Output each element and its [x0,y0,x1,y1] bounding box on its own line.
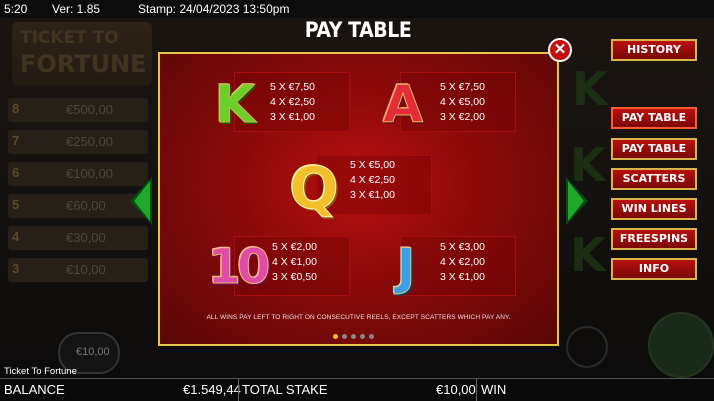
clock: 5:20 [4,2,28,16]
bg-reel-symbol: K [570,228,606,282]
dialog-title: PAY TABLE [304,18,412,42]
paytable-footnote: ALL WINS PAY LEFT TO RIGHT ON CONSECUTIV… [206,314,511,321]
divider [238,379,239,401]
menu-item-win-lines[interactable]: WIN LINES [611,198,697,220]
bg-reel-symbol: K [572,62,608,116]
autoplay-button[interactable] [566,326,608,368]
page-dot[interactable] [369,334,374,339]
pay-values-j: 5 X €3,00 4 X €2,00 3 X €1,00 [440,241,485,283]
pay-values-10: 5 X €2,00 4 X €1,00 3 X €0,50 [272,241,317,283]
logo-line2: FORTUNE [20,50,147,78]
status-bar: 5:20 Ver: 1.85 Stamp: 24/04/2023 13:50pm [0,0,714,18]
symbol-k-icon: K [214,75,256,136]
spin-button[interactable] [648,312,714,378]
page-indicator [333,334,383,342]
symbol-10-icon: 10 [207,239,271,296]
next-page-arrow-icon[interactable] [566,177,588,225]
stamp-label: Stamp: 24/04/2023 13:50pm [138,2,290,16]
page-dot[interactable] [351,334,356,339]
total-stake-value: €10,00 [436,382,476,397]
menu-item-scatters[interactable]: SCATTERS [611,168,697,190]
ladder-row: 3 €10,00 [8,258,148,282]
page-dot[interactable] [342,334,347,339]
symbol-q-icon: Q [289,154,339,223]
divider [476,379,477,401]
version-label: Ver: 1.85 [52,2,101,16]
page-dot[interactable] [333,334,338,339]
page-dot[interactable] [360,334,365,339]
menu-item-info[interactable]: INFO [611,258,697,280]
previous-page-arrow-icon[interactable] [130,177,152,225]
pay-values-q: 5 X €5,00 4 X €2,50 3 X €1,00 [350,159,395,201]
history-button[interactable]: HISTORY [611,39,697,61]
balance-label: BALANCE [4,382,65,397]
ladder-row: 4 €30,00 [8,226,148,250]
game-name: Ticket To Fortune [4,366,77,377]
balance-value: €1.549,44 [183,382,241,397]
close-icon[interactable]: ✕ [548,38,572,62]
bottom-bar: BALANCE €1.549,44 TOTAL STAKE €10,00 WIN [0,378,714,401]
pay-values-a: 5 X €7,50 4 X €5,00 3 X €2,00 [440,81,485,123]
symbol-a-icon: A [382,75,424,136]
ladder-row: 7 €250,00 [8,130,148,154]
menu-item-pay-table-1[interactable]: PAY TABLE [611,107,697,129]
menu-item-pay-table-2[interactable]: PAY TABLE [611,138,697,160]
ladder-row: 5 €60,00 [8,194,148,218]
total-stake-label: TOTAL STAKE [242,382,328,397]
symbol-j-icon: J [396,238,416,297]
game-logo: TICKET TO FORTUNE [12,22,152,86]
ladder-row: 8 €500,00 [8,98,148,122]
menu-item-freespins[interactable]: FREESPINS [611,228,697,250]
pay-values-k: 5 X €7,50 4 X €2,50 3 X €1,00 [270,81,315,123]
ladder-row: 6 €100,00 [8,162,148,186]
win-label: WIN [481,382,507,397]
logo-line1: TICKET TO [20,28,119,48]
